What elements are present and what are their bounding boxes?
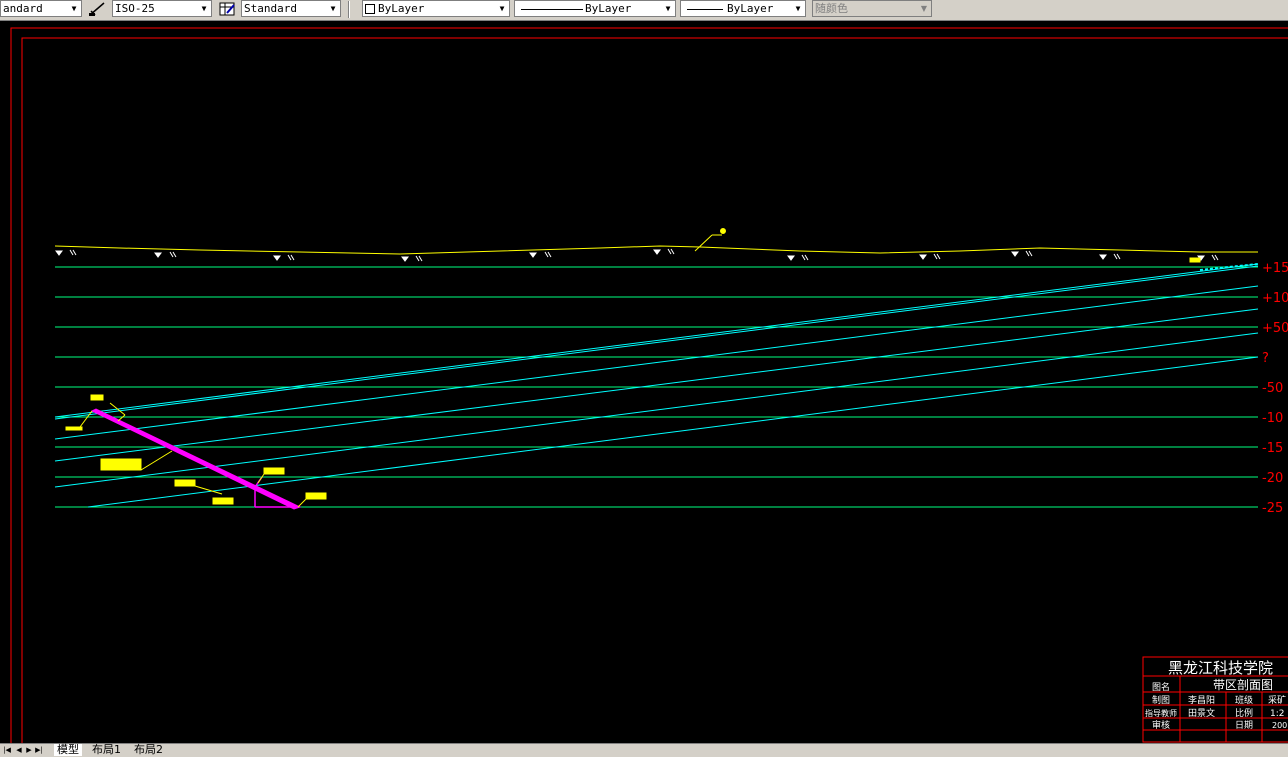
level-label: +10	[1262, 291, 1288, 306]
label-block	[174, 479, 196, 487]
level-lines	[55, 266, 1258, 508]
table-style-value: Standard	[244, 2, 297, 15]
inner-frame	[21, 37, 1288, 743]
level-label: -20	[1262, 471, 1283, 486]
level-label: +50	[1262, 321, 1288, 336]
dimension-style-icon[interactable]	[88, 1, 106, 17]
label-block	[90, 394, 104, 401]
annotation-blocks	[65, 394, 327, 508]
layer-value: ByLayer	[378, 2, 425, 15]
surface-annotation	[694, 228, 1201, 263]
tb-value: 田景文	[1188, 707, 1215, 719]
plot-style-select: 随颜色 ▼	[812, 0, 932, 17]
dim-style-select[interactable]: ISO-25 ▼	[112, 0, 212, 17]
label-block	[65, 426, 83, 431]
chevron-down-icon: ▼	[665, 4, 671, 13]
tb-label: 指导教师	[1145, 708, 1177, 718]
first-tab-icon[interactable]: |◀	[2, 745, 12, 756]
drawing-svg: +15 +10 +50 ? -50 -10 -15 -20 -25 黑龙江科技学…	[10, 27, 1288, 743]
lineweight-select[interactable]: ByLayer ▼	[680, 0, 806, 17]
level-label: -50	[1262, 381, 1283, 396]
table-style-icon[interactable]	[218, 1, 236, 17]
tb-label: 班级	[1235, 694, 1253, 706]
title-block-text: 黑龙江科技学院 带区剖面图 图名 制图 李昌阳 班级 采矿 指导教师 田景文 比…	[1145, 659, 1287, 731]
drawing-title: 带区剖面图	[1213, 678, 1273, 692]
tb-label: 比例	[1235, 707, 1253, 719]
tb-value: 李昌阳	[1188, 694, 1215, 706]
level-labels: +15 +10 +50 ? -50 -10 -15 -20 -25	[1262, 261, 1288, 516]
lineweight-preview-icon	[687, 9, 723, 10]
plot-style-value: 随颜色	[815, 2, 848, 15]
level-label: -15	[1262, 441, 1283, 456]
chevron-down-icon: ▼	[795, 4, 801, 13]
chevron-down-icon: ▼	[330, 4, 336, 13]
next-tab-icon[interactable]: ▶	[24, 745, 34, 756]
level-label: -25	[1262, 501, 1283, 516]
tb-label: 日期	[1235, 720, 1253, 731]
school-name: 黑龙江科技学院	[1168, 659, 1273, 677]
label-block	[212, 497, 234, 505]
linetype-value: ByLayer	[585, 2, 632, 15]
label-block	[263, 467, 285, 475]
coal-seams	[54, 263, 1259, 508]
drawing-canvas[interactable]: +15 +10 +50 ? -50 -10 -15 -20 -25 黑龙江科技学…	[0, 21, 1288, 743]
tab-model[interactable]: 模型	[54, 744, 82, 756]
label-block	[100, 458, 142, 471]
level-label: -10	[1262, 411, 1283, 426]
label-block	[305, 492, 327, 500]
properties-toolbar: andard ▼ ISO-25 ▼ Standard ▼ ByLayer ▼ B…	[0, 0, 1288, 21]
tb-value: 1:2	[1270, 709, 1284, 719]
chevron-down-icon: ▼	[920, 4, 928, 13]
level-label: ?	[1262, 351, 1269, 366]
tab-layout1[interactable]: 布局1	[89, 744, 124, 756]
prev-tab-icon[interactable]: ◀	[14, 745, 24, 756]
linetype-preview-icon	[521, 9, 583, 10]
tb-value: 200	[1272, 721, 1287, 730]
last-tab-icon[interactable]: ▶|	[34, 745, 44, 756]
tb-label: 制图	[1152, 694, 1170, 706]
lineweight-value: ByLayer	[727, 2, 774, 15]
chevron-down-icon: ▼	[201, 4, 207, 13]
text-style-value: andard	[3, 2, 43, 15]
dim-style-value: ISO-25	[115, 2, 155, 15]
table-style-select[interactable]: Standard ▼	[241, 0, 341, 17]
tab-layout2[interactable]: 布局2	[131, 744, 166, 756]
chevron-down-icon: ▼	[499, 4, 505, 13]
chevron-down-icon: ▼	[71, 4, 77, 13]
tb-label: 审核	[1152, 719, 1170, 731]
color-swatch-icon	[365, 4, 375, 14]
linetype-select[interactable]: ByLayer ▼	[514, 0, 676, 17]
toolbar-separator	[348, 1, 350, 18]
tb-value: 采矿	[1268, 694, 1286, 706]
tb-label: 图名	[1152, 681, 1170, 693]
level-label: +15	[1262, 261, 1288, 276]
text-style-select[interactable]: andard ▼	[0, 0, 82, 17]
color-control-select[interactable]: ByLayer ▼	[362, 0, 510, 17]
layout-tab-bar: |◀ ◀ ▶ ▶| 模型 布局1 布局2	[0, 743, 1288, 757]
